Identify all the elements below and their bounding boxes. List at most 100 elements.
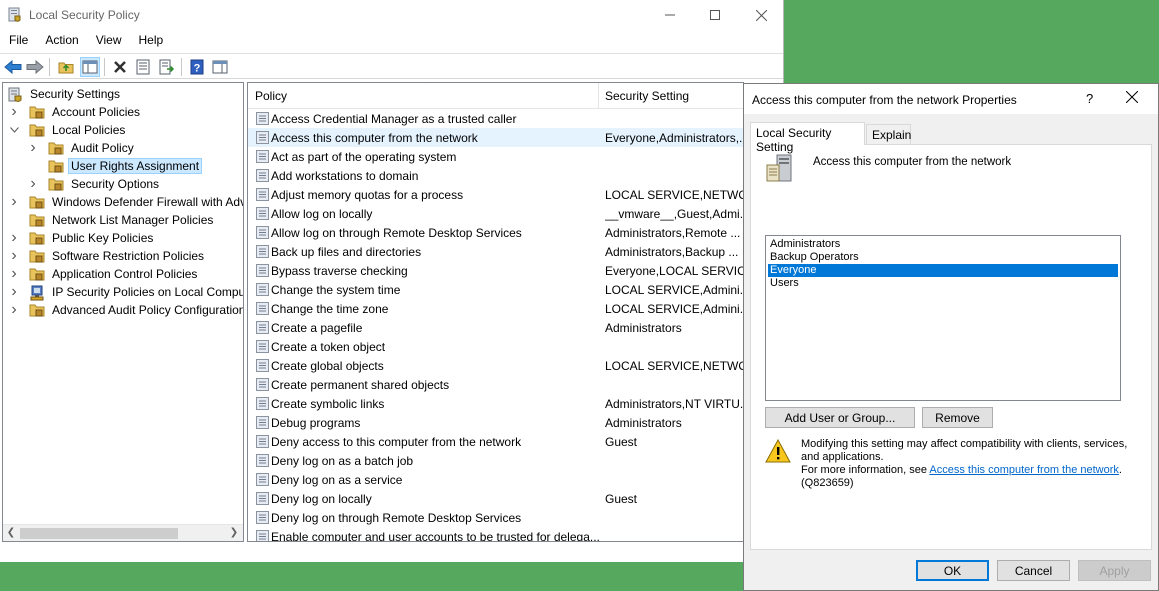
member-item[interactable]: Backup Operators [768,251,1118,264]
tree-item[interactable]: › Security Options [28,175,162,193]
menu-view[interactable]: View [87,31,130,51]
policy-row[interactable]: Access this computer from the network Eve… [248,128,743,147]
folder-icon [29,195,45,209]
title-bar[interactable]: Local Security Policy [0,0,783,30]
policy-row[interactable]: Create permanent shared objects [248,375,743,394]
help-icon[interactable]: ? [187,57,207,77]
expand-chevron-icon[interactable]: › [9,283,19,300]
tree-item[interactable]: User Rights Assignment [28,157,203,175]
tree-scrollbar-thumb[interactable] [20,528,178,539]
tree-item[interactable]: Security Settings [7,85,123,103]
policy-row[interactable]: Deny access to this computer from the ne… [248,432,743,451]
remove-button[interactable]: Remove [922,407,993,428]
expand-chevron-icon[interactable]: › [9,301,19,318]
policy-row[interactable]: Create symbolic links Administrators,NT V… [248,394,743,413]
tree-item[interactable]: Local Policies [9,121,128,139]
tree-item[interactable]: › Advanced Audit Policy Configuration [9,301,243,319]
policy-row[interactable]: Allow log on locally __vmware__,Guest,Adm… [248,204,743,223]
export-list-icon[interactable] [157,57,177,77]
show-hide-console-tree-icon[interactable] [80,57,100,77]
policy-row[interactable]: Enable computer and user accounts to be … [248,527,743,541]
menu-action[interactable]: Action [36,31,86,51]
member-item[interactable]: Everyone [768,264,1118,277]
tree-item[interactable]: › Application Control Policies [9,265,200,283]
scroll-left-arrow-icon[interactable]: ❮ [5,527,17,539]
forward-arrow-icon[interactable] [25,57,45,77]
more-info-link[interactable]: Access this computer from the network [929,464,1119,476]
member-item[interactable]: Administrators [768,238,1118,251]
expand-chevron-icon[interactable]: › [28,175,38,192]
expand-chevron-icon[interactable]: › [9,193,19,210]
tree-item[interactable]: › Public Key Policies [9,229,156,247]
show-hide-action-pane-icon[interactable] [210,57,230,77]
cancel-button[interactable]: Cancel [997,560,1070,581]
members-list[interactable]: Administrators Backup Operators Everyone Us… [765,235,1121,401]
policy-row[interactable]: Debug programs Administrators [248,413,743,432]
policy-list[interactable]: ⌃ Policy Security Setting Access Credent… [247,82,744,542]
policy-row[interactable]: Add workstations to domain [248,166,743,185]
tree-item[interactable]: › Windows Defender Firewall with Adva [9,193,243,211]
policy-setting-value: Guest [605,435,638,449]
tree-item[interactable]: › Software Restriction Policies [9,247,207,265]
expand-chevron-icon[interactable]: › [9,103,19,120]
console-tree[interactable]: Security Settings › Account Policies Local … [2,82,244,542]
properties-icon[interactable] [133,57,153,77]
tree-item[interactable]: › Audit Policy [28,139,137,157]
dialog-title-bar[interactable]: Access this computer from the network Pr… [744,84,1158,114]
policy-name: Deny access to this computer from the ne… [271,435,522,449]
maximize-button[interactable] [692,0,738,30]
close-button[interactable] [738,0,784,30]
policy-row[interactable]: Create a pagefile Administrators [248,318,743,337]
dialog-close-button[interactable] [1125,90,1139,106]
dialog-help-button[interactable]: ? [1086,91,1093,106]
ok-button[interactable]: OK [916,560,989,581]
scroll-right-arrow-icon[interactable]: ❯ [228,527,240,539]
policy-row[interactable]: Create global objects LOCAL SERVICE,NETWO… [248,356,743,375]
collapse-chevron-icon[interactable] [9,125,19,135]
back-arrow-icon[interactable] [3,57,23,77]
policy-row[interactable]: Back up files and directories Administrat… [248,242,743,261]
expand-chevron-icon[interactable]: › [9,265,19,282]
column-header-security-setting[interactable]: Security Setting [605,89,689,103]
column-header-policy[interactable]: Policy [255,89,287,103]
policy-row[interactable]: Deny log on as a service [248,470,743,489]
tree-item[interactable]: › IP Security Policies on Local Compute [9,283,243,301]
policy-row[interactable]: Change the system time LOCAL SERVICE,Admi… [248,280,743,299]
policy-name: Add workstations to domain [271,169,419,183]
tab-explain[interactable]: Explain [866,124,911,144]
tree-horizontal-scrollbar[interactable]: ❮ ❯ [3,524,243,541]
policy-name: Deny log on as a service [271,473,403,487]
policy-row[interactable]: Bypass traverse checking Everyone,LOCAL S… [248,261,743,280]
policy-name: Create symbolic links [271,397,385,411]
policy-row[interactable]: Deny log on through Remote Desktop Servi… [248,508,743,527]
policy-row[interactable]: Act as part of the operating system [248,147,743,166]
policy-row[interactable]: Deny log on as a batch job [248,451,743,470]
folder-icon [48,159,64,173]
warning-prefix: For more information, see [801,464,930,476]
policy-row[interactable]: Access Credential Manager as a trusted c… [248,109,743,128]
member-item[interactable]: Users [768,277,1118,290]
policy-row[interactable]: Adjust memory quotas for a process LOCAL … [248,185,743,204]
policy-name: Create a token object [271,340,386,354]
delete-icon[interactable] [110,57,130,77]
apply-button[interactable]: Apply [1078,560,1151,581]
policy-row[interactable]: Change the time zone LOCAL SERVICE,Admini… [248,299,743,318]
up-folder-icon[interactable] [56,57,76,77]
policy-icon [256,340,269,353]
add-user-or-group-button[interactable]: Add User or Group... [765,407,915,428]
policy-row[interactable]: Allow log on through Remote Desktop Serv… [248,223,743,242]
expand-chevron-icon[interactable]: › [9,229,19,246]
warning-line-1: Modifying this setting may affect compat… [801,438,1128,463]
tree-item[interactable]: Network List Manager Policies [9,211,216,229]
expand-chevron-icon[interactable]: › [9,247,19,264]
policy-row[interactable]: Deny log on locally Guest [248,489,743,508]
minimize-button[interactable] [647,0,693,30]
tree-item[interactable]: › Account Policies [9,103,143,121]
expand-chevron-icon[interactable]: › [28,139,38,156]
tab-local-security-setting[interactable]: Local Security Setting [750,122,865,154]
policy-row[interactable]: Create a token object [248,337,743,356]
menu-help[interactable]: Help [130,31,172,51]
policy-icon [256,283,269,296]
menu-file[interactable]: File [0,31,36,51]
